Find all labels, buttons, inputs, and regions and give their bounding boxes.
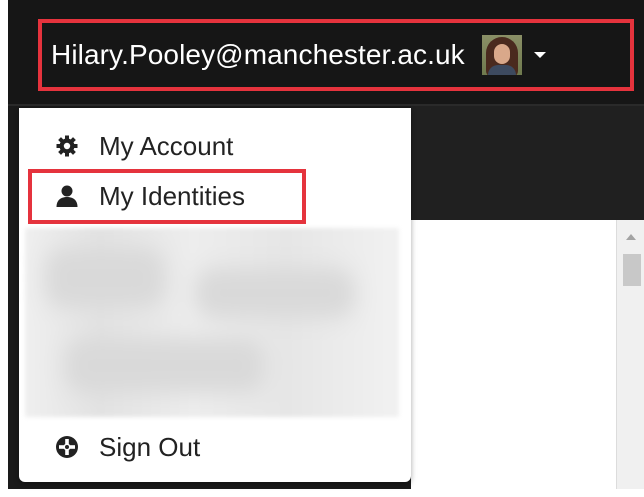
content-area <box>411 220 611 489</box>
user-email: Hilary.Pooley@manchester.ac.uk <box>51 39 465 70</box>
scroll-up-arrow-icon[interactable] <box>626 234 636 240</box>
redacted-menu-section <box>25 228 399 417</box>
menu-item-sign-out[interactable]: Sign Out <box>19 427 411 467</box>
vertical-scrollbar[interactable] <box>616 220 644 489</box>
avatar <box>481 35 522 75</box>
menu-item-my-account[interactable]: My Account <box>19 126 411 166</box>
sign-out-icon <box>55 435 79 459</box>
secondary-toolbar <box>411 106 644 221</box>
avatar-face <box>493 44 510 64</box>
app-window: Hilary.Pooley@manchester.ac.uk My Accoun… <box>0 0 644 497</box>
menu-item-label: My Identities <box>99 180 245 211</box>
redacted-blur <box>45 248 165 308</box>
scroll-thumb[interactable] <box>623 254 641 286</box>
gear-icon <box>55 134 79 158</box>
redacted-blur <box>65 338 265 393</box>
menu-item-my-identities[interactable]: My Identities <box>19 176 411 216</box>
menu-item-label: My Account <box>99 130 234 161</box>
caret-down-icon <box>533 52 546 58</box>
redacted-blur <box>195 268 355 318</box>
menu-item-label: Sign Out <box>99 431 201 462</box>
content-panel <box>411 220 644 489</box>
user-menu-toggle[interactable]: Hilary.Pooley@manchester.ac.uk <box>38 19 634 91</box>
avatar-shoulders <box>487 65 516 75</box>
user-icon <box>55 184 79 208</box>
user-dropdown-menu: My Account My Identities Sign Out <box>19 108 411 482</box>
